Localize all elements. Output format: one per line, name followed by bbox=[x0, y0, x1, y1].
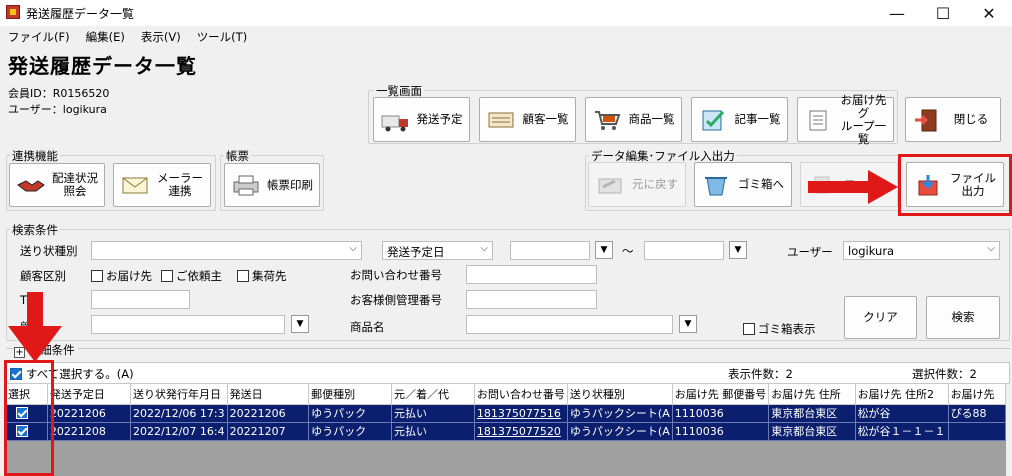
checkbox-icon bbox=[743, 323, 755, 335]
trash-display-checkbox[interactable]: ゴミ箱表示 bbox=[743, 321, 816, 337]
integration-label: 連携機能 bbox=[10, 148, 60, 164]
user-line: ユーザー：logikura bbox=[8, 103, 107, 116]
product-name-label: 商品名 bbox=[350, 320, 385, 334]
minimize-button[interactable]: — bbox=[874, 0, 920, 26]
article-list-button[interactable]: 記事一覧 bbox=[691, 97, 788, 142]
col-sent-date[interactable]: 発送日 bbox=[227, 384, 310, 405]
col-issue-date[interactable]: 送り状発行年月日 bbox=[130, 384, 228, 405]
list-icon bbox=[804, 108, 834, 132]
product-name-input[interactable] bbox=[466, 315, 673, 334]
date-to-input[interactable] bbox=[644, 241, 724, 260]
print-form-button[interactable]: 帳票印刷 bbox=[224, 163, 320, 207]
customer-mgmt-label: お客様側管理番号 bbox=[350, 293, 442, 307]
dest-group-list-button[interactable]: お届け先グ ループ一覧 bbox=[797, 93, 894, 145]
customer-name-input[interactable] bbox=[91, 315, 285, 334]
user-select[interactable]: logikura ⌵ bbox=[843, 241, 1000, 260]
grid-toolbar bbox=[6, 362, 1010, 384]
menu-bar: ファイル(F) 編集(E) 表示(V) ツール(T) bbox=[0, 26, 1012, 46]
user-label: ユーザー bbox=[787, 245, 833, 259]
tel-input[interactable] bbox=[91, 290, 190, 309]
table-row[interactable]: 20221208 2022/12/07 16:4 20221207 ゆうパック … bbox=[6, 422, 1006, 441]
checkbox-icon bbox=[91, 270, 103, 282]
handshake-icon bbox=[16, 173, 46, 197]
date-from-input[interactable] bbox=[510, 241, 590, 260]
col-dest-address[interactable]: お届け先 住所 bbox=[768, 384, 856, 405]
col-ship-date[interactable]: 発送予定日 bbox=[47, 384, 131, 405]
envelope-icon bbox=[120, 173, 150, 197]
chk-sender[interactable]: ご依頼主 bbox=[161, 268, 222, 284]
trash-button[interactable]: ゴミ箱へ bbox=[694, 162, 792, 207]
date-to-dropdown-icon[interactable]: ▼ bbox=[729, 241, 747, 259]
date-from-dropdown-icon[interactable]: ▼ bbox=[595, 241, 613, 259]
chevron-down-icon: ⌵ bbox=[987, 243, 995, 254]
date-separator: ～ bbox=[622, 244, 634, 258]
customer-list-button[interactable]: 顧客一覧 bbox=[479, 97, 576, 142]
address-book-icon bbox=[486, 108, 516, 132]
notebook-icon bbox=[698, 108, 728, 132]
member-id: 会員ID：R0156520 bbox=[8, 87, 110, 100]
window-title: 発送履歴データ一覧 bbox=[26, 7, 135, 21]
undo-icon bbox=[595, 173, 625, 197]
col-mail-type[interactable]: 郵便種別 bbox=[308, 384, 393, 405]
customer-type-label: 顧客区別 bbox=[20, 269, 66, 283]
trash-can-icon bbox=[701, 173, 731, 197]
undo-button[interactable]: 元に戻す bbox=[588, 162, 686, 207]
inquiry-input[interactable] bbox=[466, 265, 597, 284]
close-button[interactable]: 閉じる bbox=[905, 97, 1001, 142]
chevron-down-icon: ⌵ bbox=[349, 243, 357, 254]
checkbox-icon bbox=[161, 270, 173, 282]
inquiry-label: お問い合わせ番号 bbox=[350, 268, 442, 282]
table-row[interactable]: 20221206 2022/12/06 17:3 20221206 ゆうパック … bbox=[6, 404, 1006, 423]
customer-mgmt-input[interactable] bbox=[466, 290, 597, 309]
product-list-button[interactable]: 商品一覧 bbox=[585, 97, 682, 142]
title-bar: 発送履歴データ一覧 — ☐ ✕ bbox=[0, 0, 1012, 26]
inquiry-link[interactable]: 181375077520 bbox=[474, 422, 568, 441]
slip-type-label: 送り状種別 bbox=[20, 244, 78, 258]
maximize-button[interactable]: ☐ bbox=[920, 0, 966, 26]
close-window-button[interactable]: ✕ bbox=[966, 0, 1012, 26]
col-dest-address2[interactable]: お届け先 住所2 bbox=[855, 384, 949, 405]
printer-icon bbox=[231, 173, 261, 197]
truck-icon bbox=[380, 108, 410, 132]
display-count: 表示件数：2 bbox=[728, 367, 793, 381]
highlight-box-file-output bbox=[898, 154, 1012, 216]
menu-tools[interactable]: ツール(T) bbox=[189, 26, 256, 46]
grid-header-row: 選択 発送予定日 送り状発行年月日 発送日 郵便種別 元／着／代 お問い合わせ番… bbox=[6, 384, 1006, 405]
checkbox-icon bbox=[237, 270, 249, 282]
divider bbox=[6, 348, 1010, 349]
red-arrow-down-icon bbox=[8, 292, 62, 362]
menu-file[interactable]: ファイル(F) bbox=[0, 26, 78, 46]
col-slip-type[interactable]: 送り状種別 bbox=[567, 384, 673, 405]
chevron-down-icon: ⌵ bbox=[480, 243, 488, 254]
search-label: 検索条件 bbox=[10, 222, 60, 238]
cart-icon bbox=[592, 108, 622, 132]
selected-count: 選択件数：2 bbox=[912, 367, 977, 381]
exit-door-icon bbox=[912, 108, 942, 132]
history-grid: 選択 発送予定日 送り状発行年月日 発送日 郵便種別 元／着／代 お問い合わせ番… bbox=[6, 384, 1006, 476]
chk-pickup[interactable]: 集荷先 bbox=[237, 268, 287, 284]
highlight-box-select-column bbox=[4, 360, 54, 476]
delivery-status-button[interactable]: 配達状況 照会 bbox=[9, 163, 105, 207]
date-type-select[interactable]: 発送予定日 ⌵ bbox=[382, 241, 493, 260]
col-dest-extra[interactable]: お届け先 bbox=[948, 384, 1006, 405]
search-button[interactable]: 検索 bbox=[926, 296, 1000, 339]
customer-dropdown-icon[interactable]: ▼ bbox=[291, 315, 309, 333]
ship-schedule-button[interactable]: 発送予定 bbox=[373, 97, 470, 142]
chk-dest[interactable]: お届け先 bbox=[91, 268, 152, 284]
mailer-link-button[interactable]: メーラー 連携 bbox=[113, 163, 211, 207]
col-dest-zip[interactable]: お届け先 郵便番号 bbox=[672, 384, 770, 405]
inquiry-link[interactable]: 181375077516 bbox=[474, 404, 568, 423]
product-dropdown-icon[interactable]: ▼ bbox=[679, 315, 697, 333]
col-payment[interactable]: 元／着／代 bbox=[391, 384, 475, 405]
forms-label: 帳票 bbox=[224, 148, 251, 164]
page-title: 発送履歴データ一覧 bbox=[8, 54, 197, 78]
red-arrow-right-icon bbox=[808, 170, 898, 204]
menu-edit[interactable]: 編集(E) bbox=[78, 26, 133, 46]
clear-button[interactable]: クリア bbox=[844, 296, 917, 339]
menu-view[interactable]: 表示(V) bbox=[133, 26, 189, 46]
col-inquiry-no[interactable]: お問い合わせ番号 bbox=[474, 384, 568, 405]
slip-type-select[interactable]: ⌵ bbox=[91, 241, 362, 260]
app-icon bbox=[6, 5, 20, 19]
